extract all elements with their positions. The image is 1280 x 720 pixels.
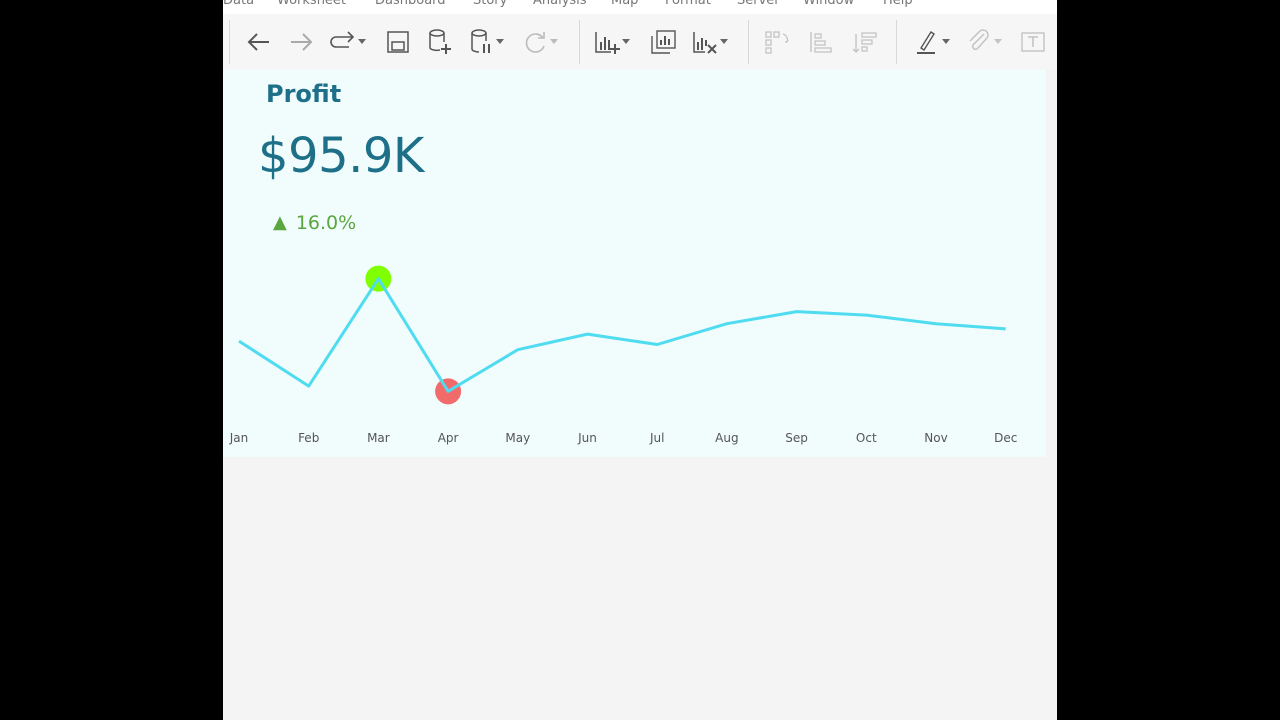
pause-updates-dropdown[interactable] (495, 24, 505, 60)
refresh-dropdown[interactable] (549, 24, 559, 60)
redo-button[interactable] (327, 24, 367, 60)
clear-sheet-dropdown[interactable] (719, 24, 729, 60)
toolbar-separator (579, 20, 580, 64)
label-icon (1021, 32, 1045, 52)
x-axis-tick-label: Oct (856, 431, 877, 445)
save-button[interactable] (386, 24, 410, 60)
swap-rows-columns-button[interactable] (763, 24, 791, 60)
menu-window[interactable]: Window (803, 0, 854, 9)
chevron-down-icon (496, 39, 504, 44)
tableau-window: Data Worksheet Dashboard Story Analysis … (223, 0, 1057, 720)
annotate-dropdown[interactable] (993, 24, 1003, 60)
pause-updates-button[interactable] (469, 24, 505, 60)
duplicate-sheet-button[interactable] (649, 24, 677, 60)
forward-button[interactable] (287, 24, 315, 60)
menu-data[interactable]: Data (223, 0, 254, 9)
label-button[interactable] (1019, 24, 1047, 60)
kpi-title: Profit (266, 80, 342, 108)
up-triangle-icon: ▲ (273, 212, 287, 233)
x-axis-tick-label: Jul (649, 431, 664, 445)
kpi-delta: ▲ 16.0% (273, 210, 356, 236)
x-axis-tick-label: Jun (577, 431, 597, 445)
save-icon (387, 31, 409, 53)
x-axis-tick-label: Dec (994, 431, 1017, 445)
chevron-down-icon (994, 39, 1002, 44)
clear-sheet-icon (693, 32, 717, 54)
x-axis-tick-label: Feb (298, 431, 319, 445)
sort-ascending-button[interactable] (807, 24, 835, 60)
chevron-down-icon (358, 39, 366, 44)
annotate-icon (969, 29, 989, 51)
redo-dropdown[interactable] (357, 24, 367, 60)
x-axis-tick-label: Mar (367, 431, 390, 445)
swap-rows-columns-icon (765, 31, 789, 54)
menu-server[interactable]: Server (737, 0, 780, 9)
x-axis-tick-label: Apr (438, 431, 459, 445)
sort-descending-button[interactable] (851, 24, 879, 60)
x-axis-tick-label: Jan (229, 431, 249, 445)
new-data-source-button[interactable] (427, 24, 453, 60)
toolbar-separator (896, 20, 897, 64)
new-data-source-icon (429, 29, 451, 54)
menu-help[interactable]: Help (883, 0, 913, 9)
menu-dashboard[interactable]: Dashboard (375, 0, 446, 9)
toolbar-separator (229, 20, 230, 64)
new-worksheet-button[interactable] (593, 24, 631, 60)
back-arrow-icon (247, 33, 269, 51)
kpi-value: $95.9K (258, 128, 424, 184)
new-worksheet-icon (595, 32, 620, 54)
highlight-button[interactable] (913, 24, 951, 60)
menu-map[interactable]: Map (611, 0, 638, 9)
annotate-button[interactable] (965, 24, 1003, 60)
duplicate-sheet-icon (651, 30, 676, 54)
sort-ascending-icon (810, 32, 832, 53)
x-axis-tick-label: Nov (924, 431, 947, 445)
back-button[interactable] (245, 24, 273, 60)
x-axis-tick-label: May (505, 431, 530, 445)
highlight-icon (917, 31, 935, 54)
chevron-down-icon (622, 39, 630, 44)
profit-line-series[interactable] (238, 277, 1006, 393)
clear-sheet-button[interactable] (691, 24, 729, 60)
x-axis-tick-label: Aug (715, 431, 738, 445)
kpi-delta-percent: 16.0% (295, 212, 357, 234)
menu-worksheet[interactable]: Worksheet (277, 0, 346, 9)
toolbar-separator (748, 20, 749, 64)
x-axis-tick-label: Sep (785, 431, 808, 445)
profit-sparkline-chart[interactable]: Jan Feb Mar Apr May Jun Jul Aug Sep Oct Nov Dec (223, 250, 1046, 457)
menu-story[interactable]: Story (473, 0, 507, 9)
forward-arrow-icon (291, 33, 313, 51)
worksheet-canvas: Profit $95.9K ▲ 16.0% Jan Feb Mar Apr May Jun… (223, 70, 1046, 457)
menu-bar: Data Worksheet Dashboard Story Analysis … (223, 0, 1057, 14)
menu-format[interactable]: Format (665, 0, 711, 9)
refresh-icon (525, 32, 545, 53)
highlight-dropdown[interactable] (941, 24, 951, 60)
pause-updates-icon (471, 29, 490, 53)
chevron-down-icon (942, 39, 950, 44)
sort-descending-icon (852, 32, 877, 53)
chevron-down-icon (550, 39, 558, 44)
menu-analysis[interactable]: Analysis (533, 0, 587, 9)
redo-icon (330, 31, 355, 48)
new-worksheet-dropdown[interactable] (621, 24, 631, 60)
toolbar (223, 14, 1057, 70)
chevron-down-icon (720, 39, 728, 44)
refresh-button[interactable] (521, 24, 559, 60)
